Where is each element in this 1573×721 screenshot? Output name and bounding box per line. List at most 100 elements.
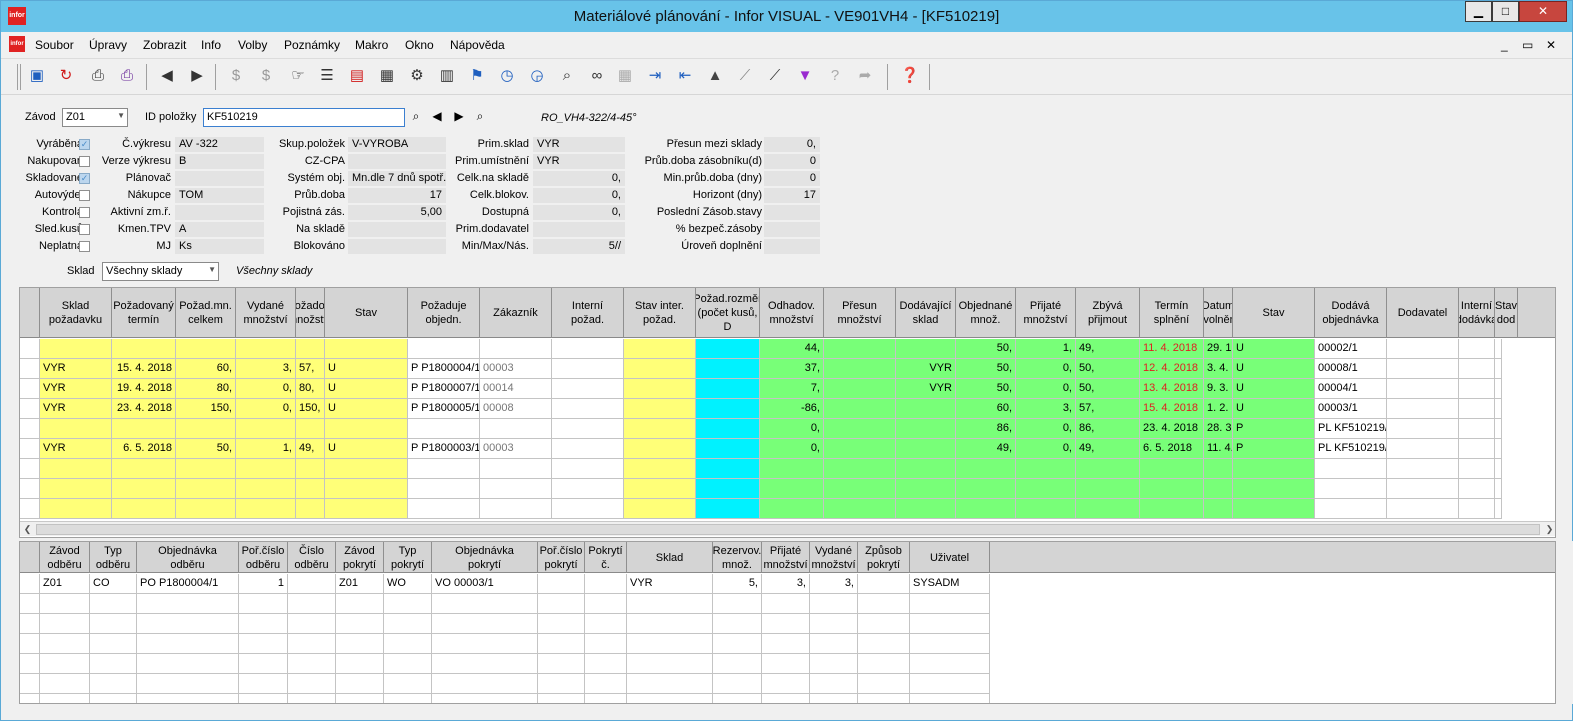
table-cell[interactable] [1315,479,1387,499]
table-cell[interactable] [40,594,90,614]
table-cell[interactable] [696,359,760,379]
table-cell[interactable]: PL KF510219/1 [1315,419,1387,439]
table-cell[interactable]: VYR [40,439,112,459]
table-cell[interactable] [336,654,384,674]
table-cell[interactable]: 0, [760,439,824,459]
row-selector[interactable] [20,614,40,634]
table-cell[interactable]: 3, [810,574,858,594]
table-cell[interactable] [552,479,624,499]
menu-info[interactable]: Info [201,38,221,52]
table-cell[interactable] [1459,339,1495,359]
column-header[interactable]: Požadovaný termín [112,288,176,338]
zavod-combo[interactable]: Z01 ▼ [62,108,128,127]
table-cell[interactable] [112,499,176,519]
table-cell[interactable] [480,499,552,519]
table-cell[interactable]: 00008 [480,399,552,419]
coverage-grid[interactable]: Závod odběru Typ odběru Objednávka odběru P… [19,541,1556,704]
table-cell[interactable] [408,339,480,359]
table-cell[interactable] [896,399,956,419]
table-cell[interactable]: 9. 3. 2018 [1204,379,1233,399]
table-cell[interactable] [910,654,990,674]
table-cell[interactable] [627,694,713,703]
table-cell[interactable] [432,594,538,614]
table-cell[interactable] [713,614,762,634]
table-cell[interactable] [627,674,713,694]
table-cell[interactable] [910,594,990,614]
scroll-left-icon[interactable]: ❮ [20,523,35,536]
bike-icon[interactable]: ⚙ [406,65,428,87]
table-cell[interactable] [408,419,480,439]
table-cell[interactable] [325,459,408,479]
table-cell[interactable]: 57, [296,359,325,379]
table-cell[interactable] [176,499,236,519]
table-cell[interactable] [1233,479,1315,499]
table-cell[interactable] [40,614,90,634]
table-cell[interactable] [762,654,810,674]
table-cell[interactable] [90,674,137,694]
table-cell[interactable] [239,674,288,694]
table-cell[interactable]: 0, [760,419,824,439]
table-cell[interactable]: 49, [1076,339,1140,359]
column-header[interactable]: Přesun množství [824,288,896,338]
table-cell[interactable] [538,674,585,694]
row-selector[interactable] [20,594,40,614]
table-cell[interactable]: 3. 4. 2018 [1204,359,1233,379]
table-cell[interactable] [910,614,990,634]
table-cell[interactable] [552,359,624,379]
refresh-icon[interactable]: ↻ [55,65,77,87]
table-cell[interactable] [236,339,296,359]
autovydej-checkbox[interactable] [79,190,90,201]
table-cell[interactable]: 86, [1076,419,1140,439]
table-cell[interactable] [552,399,624,419]
table-cell[interactable] [432,674,538,694]
table-cell[interactable] [624,459,696,479]
row-selector[interactable] [20,499,40,519]
requirements-grid[interactable]: Sklad požadavku Požadovaný termín Požad.mn… [19,287,1556,538]
table-cell[interactable]: 00008/1 [1315,359,1387,379]
clock-alt-icon[interactable]: ◶ [526,65,548,87]
table-cell[interactable] [910,694,990,703]
table-cell[interactable] [40,634,90,654]
table-cell[interactable]: U [325,399,408,419]
table-cell[interactable]: 3, [1016,399,1076,419]
row-selector[interactable] [20,479,40,499]
close-button[interactable]: ✕ [1519,1,1567,22]
table-cell[interactable] [90,594,137,614]
help-question-icon[interactable]: ? [824,65,846,87]
column-header[interactable]: Objednávka odběru [137,542,239,573]
table-cell[interactable]: P P1800005/1, Z [408,399,480,419]
table-cell[interactable] [40,654,90,674]
column-header[interactable]: Datum uvolnění [1204,288,1233,338]
table-cell[interactable] [696,379,760,399]
table-cell[interactable] [696,439,760,459]
table-cell[interactable]: VYR [40,359,112,379]
row-selector[interactable] [20,634,40,654]
table-cell[interactable] [384,614,432,634]
table-cell[interactable]: VYR [40,399,112,419]
vyrabena-checkbox[interactable]: ✓ [79,139,90,150]
table-cell[interactable]: 0, [236,399,296,419]
column-header[interactable]: Stav [325,288,408,338]
table-cell[interactable] [624,359,696,379]
table-cell[interactable]: 50, [956,379,1016,399]
table-cell[interactable] [810,694,858,703]
column-header[interactable]: Poř.číslo odběru [239,542,288,573]
row-selector[interactable] [20,359,40,379]
table-cell[interactable]: U [1233,359,1315,379]
table-cell[interactable] [176,479,236,499]
table-cell[interactable] [40,694,90,703]
table-cell[interactable] [762,614,810,634]
table-cell[interactable] [585,594,627,614]
table-cell[interactable]: -86, [760,399,824,419]
row-selector[interactable] [20,379,40,399]
table-cell[interactable] [1459,439,1495,459]
table-cell[interactable] [858,594,910,614]
table-cell[interactable] [1495,439,1502,459]
column-header[interactable]: Zákazník [480,288,552,338]
ruler-icon[interactable]: ⟋ [734,65,756,87]
ruler-alt-icon[interactable]: ⟋ [764,65,786,87]
table-cell[interactable] [585,674,627,694]
table-cell[interactable] [384,694,432,703]
table-cell[interactable] [762,594,810,614]
table-cell[interactable] [137,634,239,654]
